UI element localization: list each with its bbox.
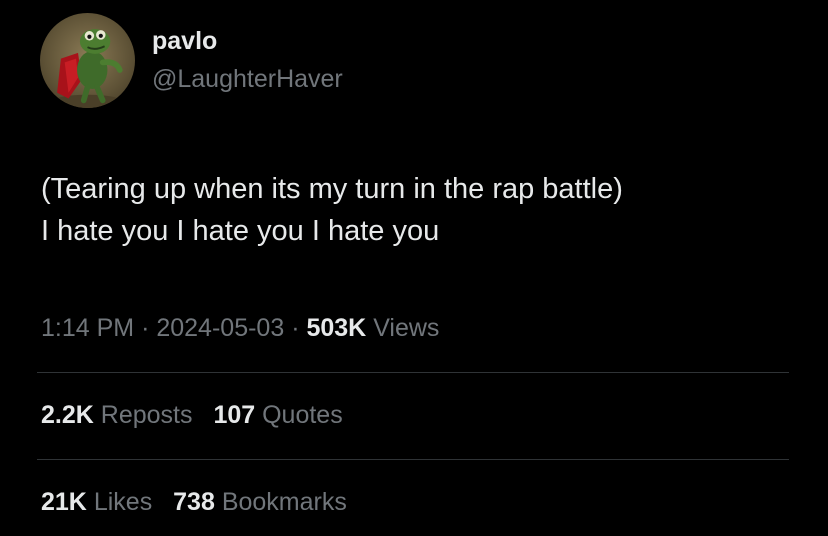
user-handle[interactable]: @LaughterHaver [152, 64, 343, 94]
divider [37, 459, 789, 460]
frog-figure-avatar-icon [47, 29, 128, 108]
quotes-stat[interactable]: 107 Quotes [213, 401, 342, 429]
meta-separator: · [291, 314, 300, 342]
engagement-row-reposts-quotes: 2.2K Reposts 107 Quotes [41, 400, 357, 430]
engagement-row-likes-bookmarks: 21K Likes 738 Bookmarks [41, 487, 361, 517]
likes-label: Likes [93, 488, 153, 516]
divider [37, 372, 789, 373]
likes-count: 21K [41, 488, 87, 516]
reposts-stat[interactable]: 2.2K Reposts [41, 401, 199, 429]
bookmarks-stat[interactable]: 738 Bookmarks [173, 488, 347, 516]
reposts-label: Reposts [100, 401, 193, 429]
tweet-card: pavlo @LaughterHaver (Tearing up when it… [0, 0, 828, 536]
tweet-text: (Tearing up when its my turn in the rap … [41, 168, 801, 252]
reposts-count: 2.2K [41, 401, 94, 429]
avatar[interactable] [40, 13, 135, 108]
tweet-time[interactable]: 1:14 PM [41, 314, 134, 342]
quotes-count: 107 [213, 401, 256, 429]
meta-separator: · [141, 314, 150, 342]
tweet-meta: 1:14 PM · 2024-05-03 · 503K Views [41, 313, 439, 343]
likes-stat[interactable]: 21K Likes [41, 488, 159, 516]
bookmarks-label: Bookmarks [221, 488, 347, 516]
tweet-date[interactable]: 2024-05-03 [156, 314, 284, 342]
quotes-label: Quotes [262, 401, 343, 429]
tweet-text-line: I hate you I hate you I hate you [41, 215, 440, 247]
tweet-text-line: (Tearing up when its my turn in the rap … [41, 173, 623, 205]
bookmarks-count: 738 [173, 488, 215, 516]
views-label: Views [373, 314, 440, 342]
display-name[interactable]: pavlo [152, 26, 217, 56]
views-count: 503K [306, 314, 367, 342]
